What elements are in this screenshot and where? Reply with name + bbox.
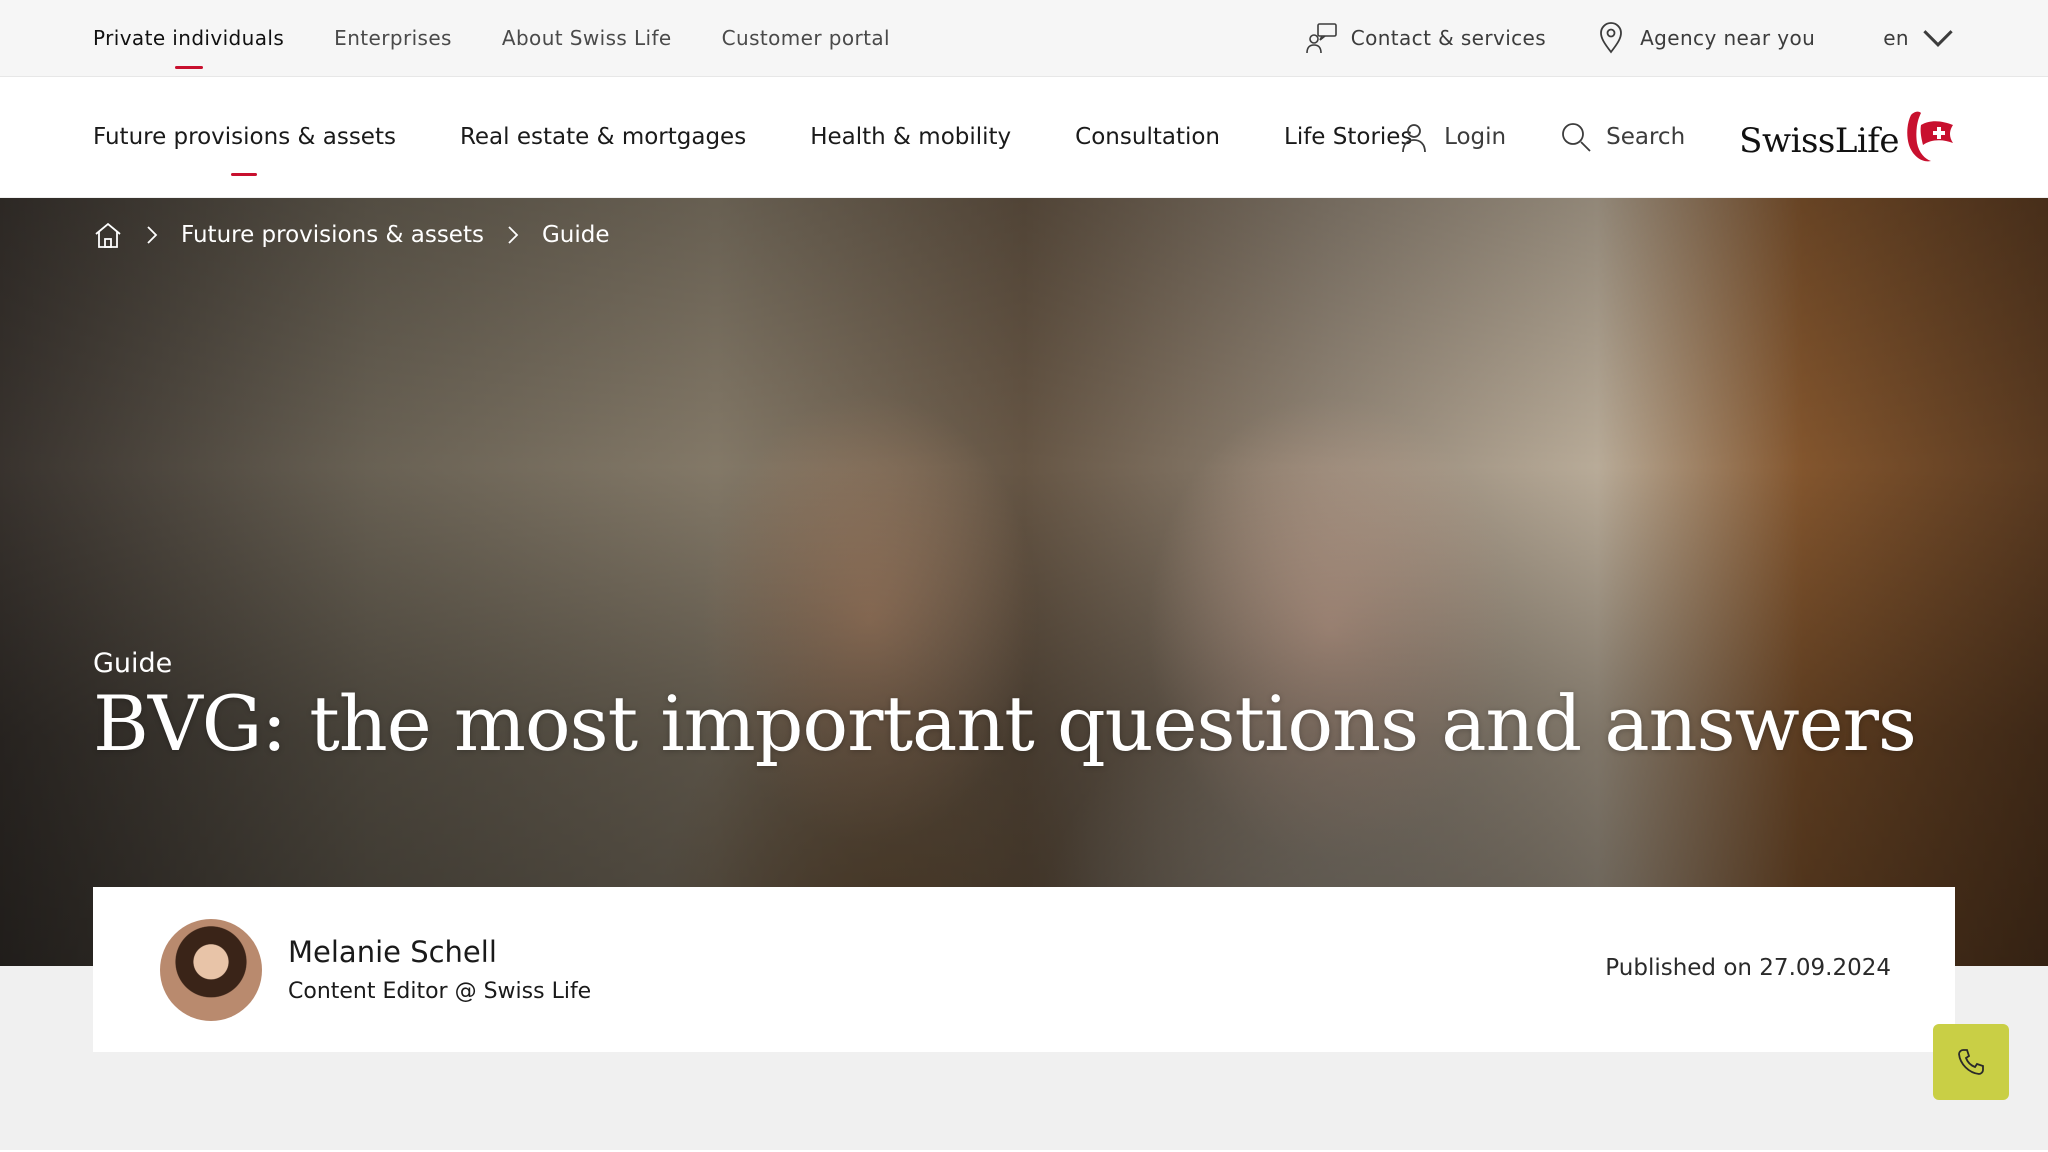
utility-links: Contact & services Agency near you en (1305, 0, 1955, 76)
nav-life-stories[interactable]: Life Stories (1284, 124, 1412, 150)
author-card: Melanie Schell Content Editor @ Swiss Li… (93, 887, 1955, 1052)
breadcrumb: Future provisions & assets Guide (93, 220, 610, 250)
main-navigation: Future provisions & assets Real estate &… (0, 77, 2048, 197)
breadcrumb-future-provisions[interactable]: Future provisions & assets (181, 222, 484, 248)
nav-real-estate[interactable]: Real estate & mortgages (460, 124, 746, 150)
main-nav-items: Future provisions & assets Real estate &… (93, 77, 1412, 197)
login-button[interactable]: Login (1398, 121, 1506, 153)
nav-actions: Login Search SwissLife (1398, 77, 1955, 197)
login-label: Login (1444, 124, 1507, 150)
user-icon (1402, 124, 1426, 153)
chevron-down-icon (1923, 30, 1953, 47)
page-title: BVG: the most important questions and an… (93, 679, 1917, 768)
hero-overlay (0, 198, 2048, 966)
author-role: Content Editor @ Swiss Life (288, 979, 592, 1004)
home-icon[interactable] (93, 220, 123, 250)
call-button[interactable] (1933, 1024, 2009, 1100)
nav-customer-portal[interactable]: Customer portal (722, 26, 890, 50)
nav-enterprises[interactable]: Enterprises (334, 26, 452, 50)
nav-health-mobility[interactable]: Health & mobility (810, 124, 1011, 150)
search-icon (1562, 123, 1591, 152)
author-name: Melanie Schell (288, 935, 497, 969)
nav-future-provisions[interactable]: Future provisions & assets (93, 124, 396, 150)
logo-wordmark: SwissLife (1739, 121, 1899, 161)
language-value: en (1883, 26, 1909, 50)
contact-services-link[interactable]: Contact & services (1305, 21, 1546, 55)
phone-icon (1958, 1049, 1984, 1075)
nav-consultation[interactable]: Consultation (1075, 124, 1220, 150)
nav-about-swiss-life[interactable]: About Swiss Life (502, 26, 672, 50)
audience-nav: Private individuals Enterprises About Sw… (93, 0, 890, 76)
hero-image: Future provisions & assets Guide Guide B… (0, 198, 2048, 966)
swiss-life-logo[interactable]: SwissLife (1739, 109, 1955, 165)
location-pin-icon (1600, 22, 1622, 54)
avatar (160, 919, 262, 1021)
language-selector[interactable]: en (1883, 21, 1955, 55)
chevron-right-icon (508, 226, 519, 244)
agency-label: Agency near you (1640, 26, 1816, 50)
top-utility-bar: Private individuals Enterprises About Sw… (0, 0, 2048, 77)
article-category: Guide (93, 648, 173, 679)
chevron-right-icon (147, 226, 158, 244)
swiss-life-flag-icon (1907, 111, 1953, 162)
contact-icon (1305, 23, 1337, 54)
breadcrumb-guide[interactable]: Guide (542, 222, 610, 248)
search-button[interactable]: Search (1560, 121, 1685, 153)
published-date: Published on 27.09.2024 (1605, 955, 1891, 981)
nav-private-individuals[interactable]: Private individuals (93, 26, 284, 50)
contact-services-label: Contact & services (1350, 26, 1547, 50)
search-label: Search (1606, 124, 1686, 150)
agency-near-you-link[interactable]: Agency near you (1594, 21, 1815, 55)
